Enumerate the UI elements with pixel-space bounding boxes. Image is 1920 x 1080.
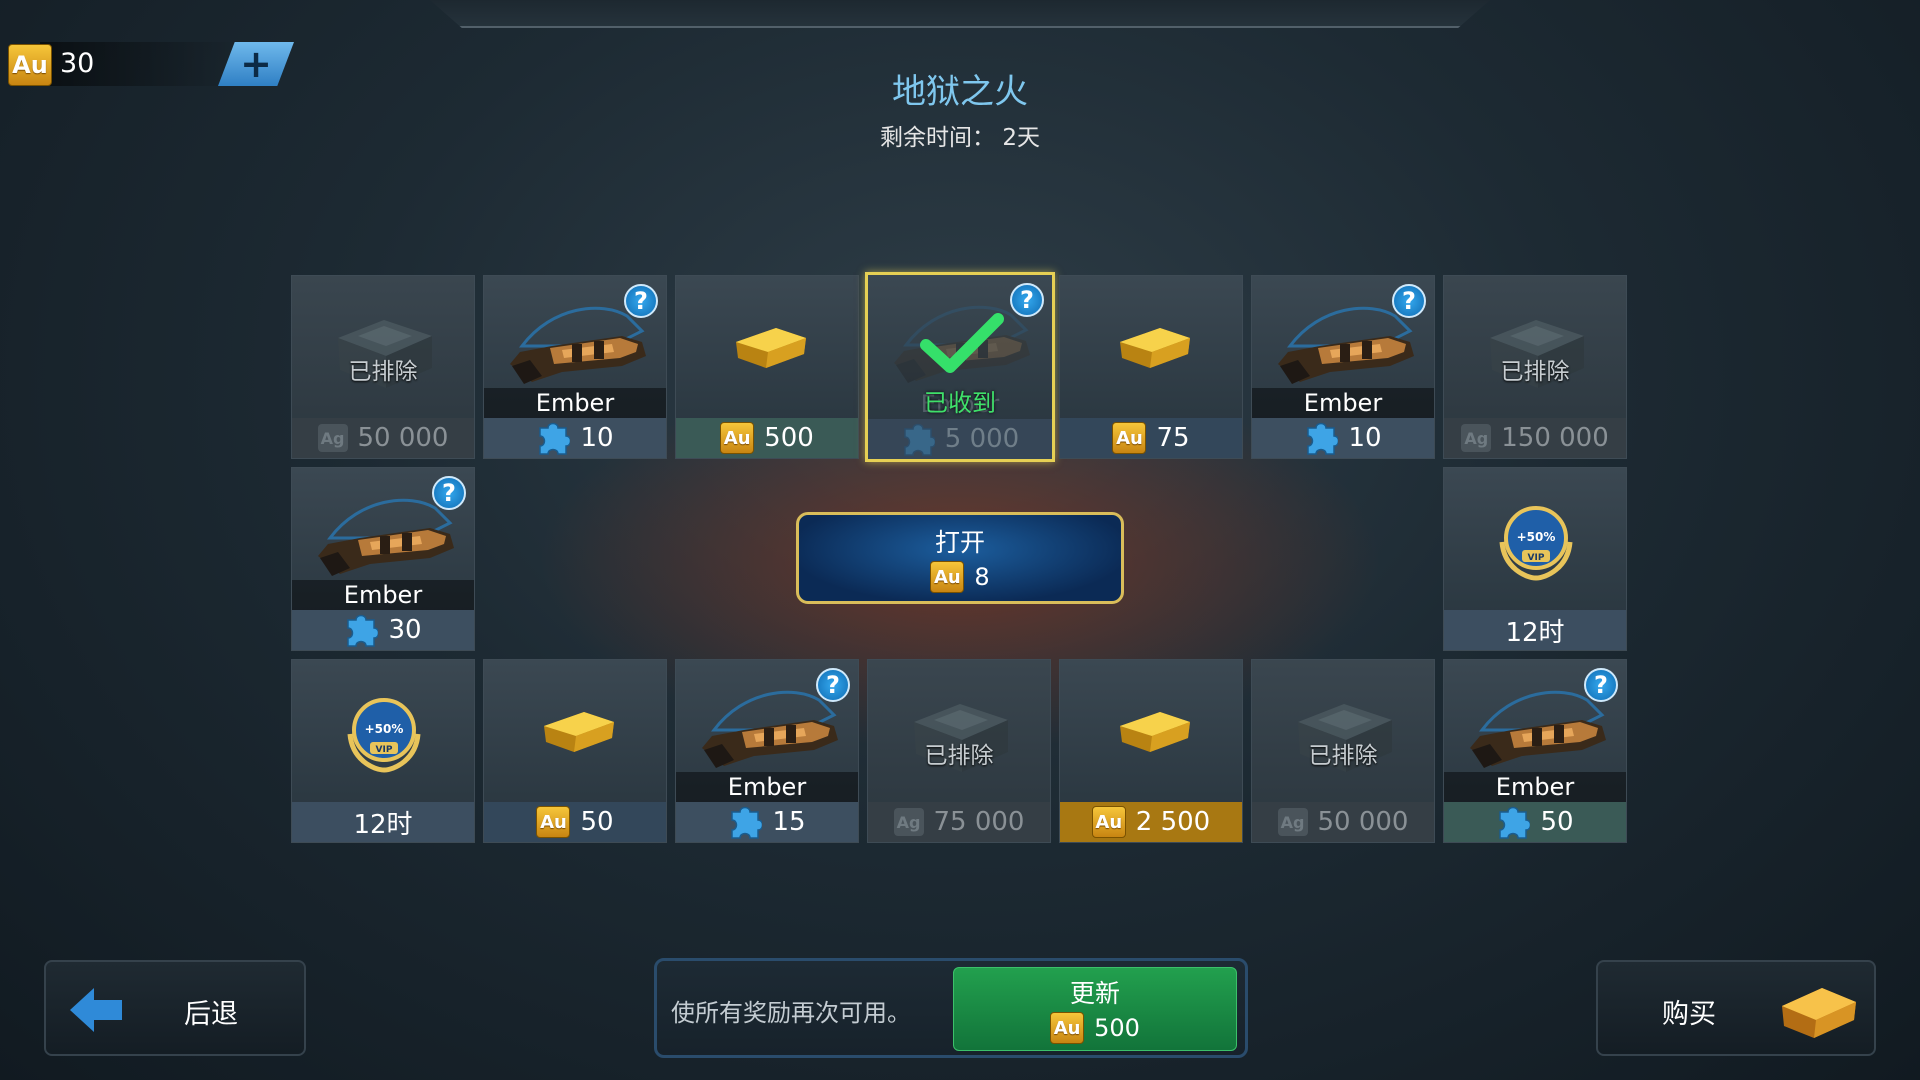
removed-label: 已排除 xyxy=(924,743,994,769)
silver-ag-icon: Ag xyxy=(1277,808,1308,836)
reward-tile[interactable]: ? Ember 50 xyxy=(1443,659,1627,843)
renew-label: 更新 xyxy=(1069,979,1120,1008)
buy-label: 购买 xyxy=(1662,999,1716,1030)
removed-label: 已排除 xyxy=(1500,359,1570,385)
reward-value: 2 500 xyxy=(1135,807,1211,837)
reward-name: Ember xyxy=(1252,388,1434,418)
vip-boost-text: +50% xyxy=(1517,530,1556,544)
reward-value: 12时 xyxy=(353,809,413,840)
help-icon[interactable]: ? xyxy=(816,668,850,702)
reward-value: 50 000 xyxy=(1317,807,1409,837)
renew-panel: 使所有奖励再次可用。 更新 Au 500 xyxy=(654,958,1248,1058)
removed-label: 已排除 xyxy=(1308,743,1378,769)
reward-tile: 已排除 Ag 50 000 xyxy=(291,275,475,459)
reward-tile[interactable]: Au 500 xyxy=(675,275,859,459)
puzzle-piece-icon xyxy=(1307,422,1339,455)
help-icon[interactable]: ? xyxy=(1010,283,1044,317)
gold-bar-au-icon: Au xyxy=(1112,422,1147,454)
puzzle-piece-icon xyxy=(1499,806,1531,839)
help-icon[interactable]: ? xyxy=(1392,284,1426,318)
gold-bar-icon xyxy=(544,712,614,752)
reward-tile[interactable]: Au 2 500 xyxy=(1059,659,1243,843)
silver-ag-icon: Ag xyxy=(1461,424,1492,452)
renew-description: 使所有奖励再次可用。 xyxy=(671,999,911,1027)
puzzle-piece-icon xyxy=(904,423,935,456)
gold-bar-au-icon: Au xyxy=(1091,806,1126,838)
buy-button[interactable]: 购买 xyxy=(1596,960,1876,1056)
gold-bar-au-icon: Au xyxy=(930,561,965,593)
vip-boost-icon: +50% VIP xyxy=(344,690,424,774)
gold-bar-au-icon: Au xyxy=(536,806,571,838)
reward-name: Ember xyxy=(1444,772,1626,802)
reward-tile: 已排除 Ag 75 000 xyxy=(867,659,1051,843)
silver-ag-icon: Ag xyxy=(893,808,924,836)
reward-value: 50 000 xyxy=(357,423,449,453)
reward-tile-collected: ? Ember 已收到 5 000 xyxy=(865,272,1055,462)
vip-label: VIP xyxy=(1528,553,1545,563)
renew-button[interactable]: 更新 Au 500 xyxy=(953,967,1237,1051)
reward-value: 500 xyxy=(764,423,814,453)
back-button[interactable]: 后退 xyxy=(44,960,306,1056)
time-remaining: 剩余时间： 2天 xyxy=(880,125,1040,151)
reward-tile[interactable]: ? Ember 15 xyxy=(675,659,859,843)
reward-value: 75 000 xyxy=(933,807,1025,837)
reward-value: 30 xyxy=(388,615,422,645)
gold-bar-au-icon: Au xyxy=(1050,1012,1085,1044)
puzzle-piece-icon xyxy=(731,806,763,839)
back-label: 后退 xyxy=(184,999,238,1030)
reward-name: Ember xyxy=(676,772,858,802)
reward-tile[interactable]: ? Ember 10 xyxy=(483,275,667,459)
reward-tile: 已排除 Ag 150 000 xyxy=(1443,275,1627,459)
gold-bars-icon xyxy=(1782,988,1856,1038)
reward-tile: 已排除 Ag 50 000 xyxy=(1251,659,1435,843)
renew-cost: 500 xyxy=(1094,1014,1140,1042)
gold-bar-au-icon: Au xyxy=(720,422,755,454)
reward-tile[interactable]: +50% VIP 12时 xyxy=(291,659,475,843)
vip-label: VIP xyxy=(376,745,393,755)
reward-value: 15 xyxy=(772,807,806,837)
collected-label: 已收到 xyxy=(924,389,996,417)
open-label: 打开 xyxy=(934,528,985,557)
gold-bar-icon xyxy=(736,328,806,368)
top-frame xyxy=(430,0,1490,28)
gold-bar-icon xyxy=(1120,328,1190,368)
reward-value: 50 xyxy=(580,807,614,837)
help-icon[interactable]: ? xyxy=(432,476,466,510)
vip-boost-text: +50% xyxy=(365,722,404,736)
reward-name: Ember xyxy=(484,388,666,418)
open-cost: 8 xyxy=(974,563,990,591)
reward-value: 12时 xyxy=(1505,617,1565,648)
reward-value: 10 xyxy=(580,423,614,453)
help-icon[interactable]: ? xyxy=(1584,668,1618,702)
reward-value: 75 xyxy=(1156,423,1190,453)
reward-value: 5 000 xyxy=(944,424,1020,454)
checkmark-icon xyxy=(920,313,1004,373)
reward-name: Ember xyxy=(292,580,474,610)
reward-tile[interactable]: +50% VIP 12时 xyxy=(1443,467,1627,651)
reward-value: 10 xyxy=(1348,423,1382,453)
reward-tile[interactable]: ? Ember 10 xyxy=(1251,275,1435,459)
reward-value: 150 000 xyxy=(1501,423,1609,453)
back-arrow-icon xyxy=(70,988,122,1032)
puzzle-piece-icon xyxy=(539,422,571,455)
silver-ag-icon: Ag xyxy=(317,424,348,452)
vip-boost-icon: +50% VIP xyxy=(1496,498,1576,582)
gold-bar-icon xyxy=(1120,712,1190,752)
puzzle-piece-icon xyxy=(347,614,379,647)
removed-label: 已排除 xyxy=(348,359,418,385)
reward-tile[interactable]: Au 75 xyxy=(1059,275,1243,459)
reward-tile[interactable]: ? Ember 30 xyxy=(291,467,475,651)
open-button[interactable]: 打开 Au 8 xyxy=(796,512,1124,604)
reward-tile[interactable]: Au 50 xyxy=(483,659,667,843)
help-icon[interactable]: ? xyxy=(624,284,658,318)
reward-value: 50 xyxy=(1540,807,1574,837)
event-title: 地狱之火 xyxy=(892,72,1028,112)
